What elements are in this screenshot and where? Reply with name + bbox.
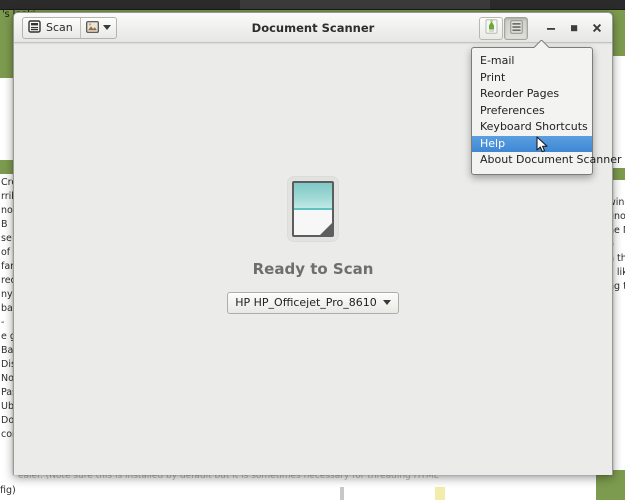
background-scrollbar bbox=[340, 487, 344, 500]
chevron-down-icon bbox=[103, 25, 111, 30]
status-text: Ready to Scan bbox=[253, 260, 374, 278]
chevron-down-icon bbox=[383, 300, 391, 305]
device-selector-value: HP HP_Officejet_Pro_8610 bbox=[235, 296, 377, 309]
scan-source-dropdown[interactable] bbox=[81, 18, 116, 38]
background-window-titlebar bbox=[0, 0, 625, 10]
menu-item-email[interactable]: E-mail bbox=[472, 53, 592, 70]
device-selector[interactable]: HP HP_Officejet_Pro_8610 bbox=[227, 292, 399, 314]
close-button[interactable] bbox=[586, 16, 608, 40]
minimize-icon bbox=[545, 22, 557, 34]
main-menu-button[interactable] bbox=[504, 17, 528, 40]
save-document-icon bbox=[485, 19, 498, 38]
ready-state-panel: Ready to Scan HP HP_Officejet_Pro_8610 bbox=[227, 177, 399, 314]
maximize-button[interactable] bbox=[563, 16, 585, 40]
desktop: 's Jooki Cre.rriblnougBseof ifar arectny… bbox=[0, 0, 625, 500]
hamburger-menu-icon bbox=[510, 19, 523, 38]
desktop-wallpaper-left bbox=[0, 18, 14, 78]
menu-item-print[interactable]: Print bbox=[472, 70, 592, 87]
save-document-button[interactable] bbox=[479, 17, 503, 40]
picture-icon bbox=[86, 18, 99, 37]
minimize-button[interactable] bbox=[540, 16, 562, 40]
desktop-wallpaper-left-lower bbox=[0, 160, 14, 174]
scan-button-label: Scan bbox=[46, 21, 73, 34]
background-window-tab bbox=[240, 0, 490, 9]
menu-item-preferences[interactable]: Preferences bbox=[472, 103, 592, 120]
scanner-icon bbox=[28, 18, 41, 37]
background-highlight-mark bbox=[435, 487, 445, 500]
window-titlebar[interactable]: Scan Document Scanner bbox=[14, 13, 612, 43]
menu-pointer-arrow bbox=[534, 40, 550, 48]
document-scanner-window: Scan Document Scanner bbox=[13, 12, 613, 475]
scanner-page-icon bbox=[288, 177, 338, 241]
menu-item-reorder-pages[interactable]: Reorder Pages bbox=[472, 86, 592, 103]
main-menu-popup[interactable]: E-mail Print Reorder Pages Preferences K… bbox=[471, 47, 593, 175]
titlebar-controls bbox=[479, 13, 608, 43]
scan-split-button[interactable]: Scan bbox=[22, 17, 117, 39]
menu-item-help[interactable]: Help bbox=[472, 136, 592, 153]
close-icon bbox=[591, 22, 603, 34]
menu-item-keyboard-shortcuts[interactable]: Keyboard Shortcuts bbox=[472, 119, 592, 136]
scan-button[interactable]: Scan bbox=[23, 18, 81, 38]
menu-item-about[interactable]: About Document Scanner bbox=[472, 152, 592, 169]
maximize-icon bbox=[568, 22, 580, 34]
background-text-bottom-left: fig) bbox=[0, 484, 30, 497]
